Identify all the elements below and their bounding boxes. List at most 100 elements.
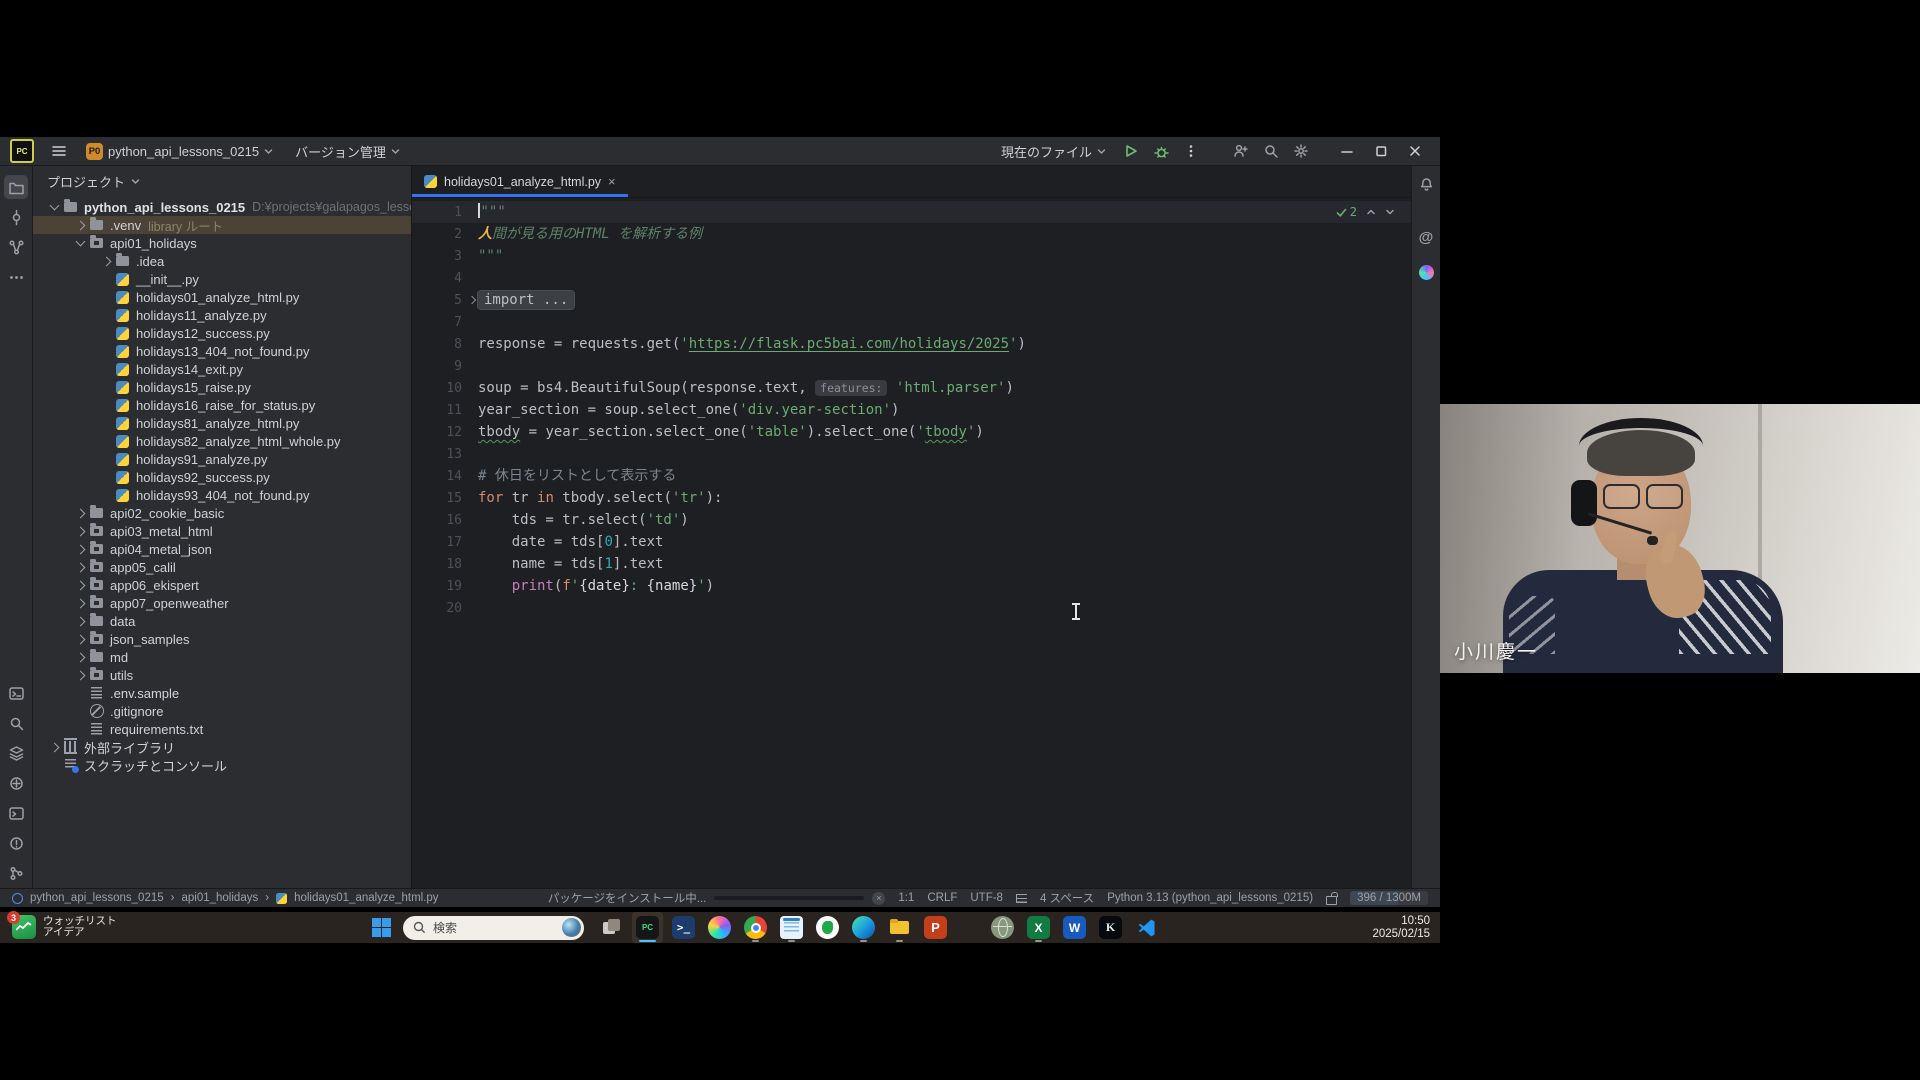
tree-item--gitignore[interactable]: .gitignore [33,702,411,720]
search-everywhere-icon[interactable] [1258,139,1284,163]
line-number[interactable]: 19 [412,576,462,598]
tree-item-holidays13-404-not-found-py[interactable]: holidays13_404_not_found.py [33,342,411,360]
line-number[interactable]: 4 [412,268,462,290]
start-button[interactable] [366,912,397,943]
debug-button[interactable] [1148,139,1174,163]
gradient-plugin-icon[interactable] [1414,260,1438,284]
chevron-right-icon[interactable] [72,672,88,679]
line-number[interactable]: 5 [412,290,462,312]
chevron-down-icon[interactable] [46,205,62,209]
terminal-icon[interactable] [4,801,28,825]
tree-item--[interactable]: 外部ライブラリ [33,738,411,756]
code-line-8[interactable]: 8response = requests.get('https://flask.… [412,333,1411,355]
chevron-right-icon[interactable] [72,582,88,589]
chevron-right-icon[interactable] [72,528,88,535]
tree-item--idea[interactable]: .idea [33,252,411,270]
tree-item-python-api-lessons-0215[interactable]: python_api_lessons_0215D:¥projects¥galap… [33,198,411,216]
file-encoding[interactable]: UTF-8 [970,892,1003,904]
more-icon[interactable] [4,265,28,289]
chevron-right-icon[interactable] [72,510,88,517]
code-line-18[interactable]: 18 name = tds[1].text [412,553,1411,575]
tree-item-api04-metal-json[interactable]: api04_metal_json [33,540,411,558]
tree-item--init-py[interactable]: __init__.py [33,270,411,288]
commit-icon[interactable] [4,205,28,229]
taskbar-excel-icon[interactable]: X [1023,912,1054,943]
indent-setting[interactable]: 4 スペース [1040,890,1094,906]
tree-item-api01-holidays[interactable]: api01_holidays [33,234,411,252]
line-number[interactable]: 13 [412,444,462,466]
maximize-button[interactable] [1366,138,1396,164]
code-line-16[interactable]: 16 tds = tr.select('td') [412,509,1411,531]
taskbar-explorer-icon[interactable] [884,912,915,943]
line-number[interactable]: 14 [412,466,462,488]
cancel-task-icon[interactable]: × [872,892,885,905]
tree-item-data[interactable]: data [33,612,411,630]
memory-indicator[interactable]: 396 / 1300M [1350,891,1428,905]
taskbar-clock[interactable]: 10:50 2025/02/15 [1372,915,1430,940]
taskbar-chrome-icon[interactable] [740,912,771,943]
breadcrumb-package[interactable]: api01_holidays [181,892,258,904]
python-packages-icon[interactable] [4,741,28,765]
tree-item-app06-ekispert[interactable]: app06_ekispert [33,576,411,594]
line-number[interactable]: 11 [412,400,462,422]
version-control-icon[interactable] [4,861,28,885]
python-interpreter[interactable]: Python 3.13 (python_api_lessons_0215) [1107,892,1313,904]
line-number[interactable]: 15 [412,488,462,510]
line-number[interactable]: 10 [412,378,462,400]
chevron-right-icon[interactable] [72,546,88,553]
tree-item-utils[interactable]: utils [33,666,411,684]
problems-icon[interactable] [4,831,28,855]
tree-item--venv[interactable]: .venvlibrary ルート [33,216,411,234]
tree-item-holidays92-success-py[interactable]: holidays92_success.py [33,468,411,486]
tree-item-app05-calil[interactable]: app05_calil [33,558,411,576]
tab-close-icon[interactable]: × [608,175,616,188]
tree-item-holidays81-analyze-html-py[interactable]: holidays81_analyze_html.py [33,414,411,432]
find-icon[interactable] [4,711,28,735]
line-ending[interactable]: CRLF [927,892,957,904]
code-line-4[interactable]: 4 [412,267,1411,289]
chevron-right-icon[interactable] [72,564,88,571]
line-number[interactable]: 16 [412,510,462,532]
settings-icon[interactable] [1288,139,1314,163]
taskbar-evernote-icon[interactable] [812,912,843,943]
code-line-3[interactable]: 3""" [412,245,1411,267]
widgets-button[interactable]: 3 ウォッチリスト アイデア [12,915,117,939]
tree-item-md[interactable]: md [33,648,411,666]
line-number[interactable]: 20 [412,598,462,620]
code-line-9[interactable]: 9 [412,355,1411,377]
more-actions-icon[interactable] [1178,139,1204,163]
code-line-10[interactable]: 10soup = bs4.BeautifulSoup(response.text… [412,377,1411,399]
line-number[interactable]: 7 [412,312,462,334]
project-folder-icon[interactable] [4,175,28,199]
code-line-7[interactable]: 7 [412,311,1411,333]
code-line-5[interactable]: 5import ... [412,289,1411,311]
breadcrumbs[interactable]: python_api_lessons_0215 › api01_holidays… [12,892,439,904]
code-line-12[interactable]: 12tbody = year_section.select_one('table… [412,421,1411,443]
python-console-icon[interactable] [4,681,28,705]
minimize-button[interactable] [1332,138,1362,164]
tree-item-json-samples[interactable]: json_samples [33,630,411,648]
taskbar-vscode-icon[interactable] [1131,912,1162,943]
chevron-right-icon[interactable] [46,744,62,751]
tree-item-requirements-txt[interactable]: requirements.txt [33,720,411,738]
main-menu-icon[interactable] [46,139,72,163]
line-number[interactable]: 8 [412,334,462,356]
line-number[interactable]: 3 [412,246,462,268]
tree-item-holidays82-analyze-html-whole-py[interactable]: holidays82_analyze_html_whole.py [33,432,411,450]
code-editor[interactable]: 1"""2人間が見る用のHTML を解析する例3"""45import ...7… [412,198,1411,888]
ai-assistant-icon[interactable]: @ [1414,225,1438,249]
code-line-17[interactable]: 17 date = tds[0].text [412,531,1411,553]
tree-item-holidays11-analyze-py[interactable]: holidays11_analyze.py [33,306,411,324]
chevron-right-icon[interactable] [72,600,88,607]
taskbar-pycharm-icon[interactable]: PC [632,912,663,943]
line-number[interactable]: 18 [412,554,462,576]
tree-item-holidays93-404-not-found-py[interactable]: holidays93_404_not_found.py [33,486,411,504]
tree-item-holidays91-analyze-py[interactable]: holidays91_analyze.py [33,450,411,468]
structure-icon[interactable] [4,235,28,259]
line-number[interactable]: 9 [412,356,462,378]
tree-item-api02-cookie-basic[interactable]: api02_cookie_basic [33,504,411,522]
tree-item-app07-openweather[interactable]: app07_openweather [33,594,411,612]
project-panel-header[interactable]: プロジェクト [33,166,411,196]
code-line-13[interactable]: 13 [412,443,1411,465]
taskbar-search[interactable]: 検索 [403,916,584,940]
